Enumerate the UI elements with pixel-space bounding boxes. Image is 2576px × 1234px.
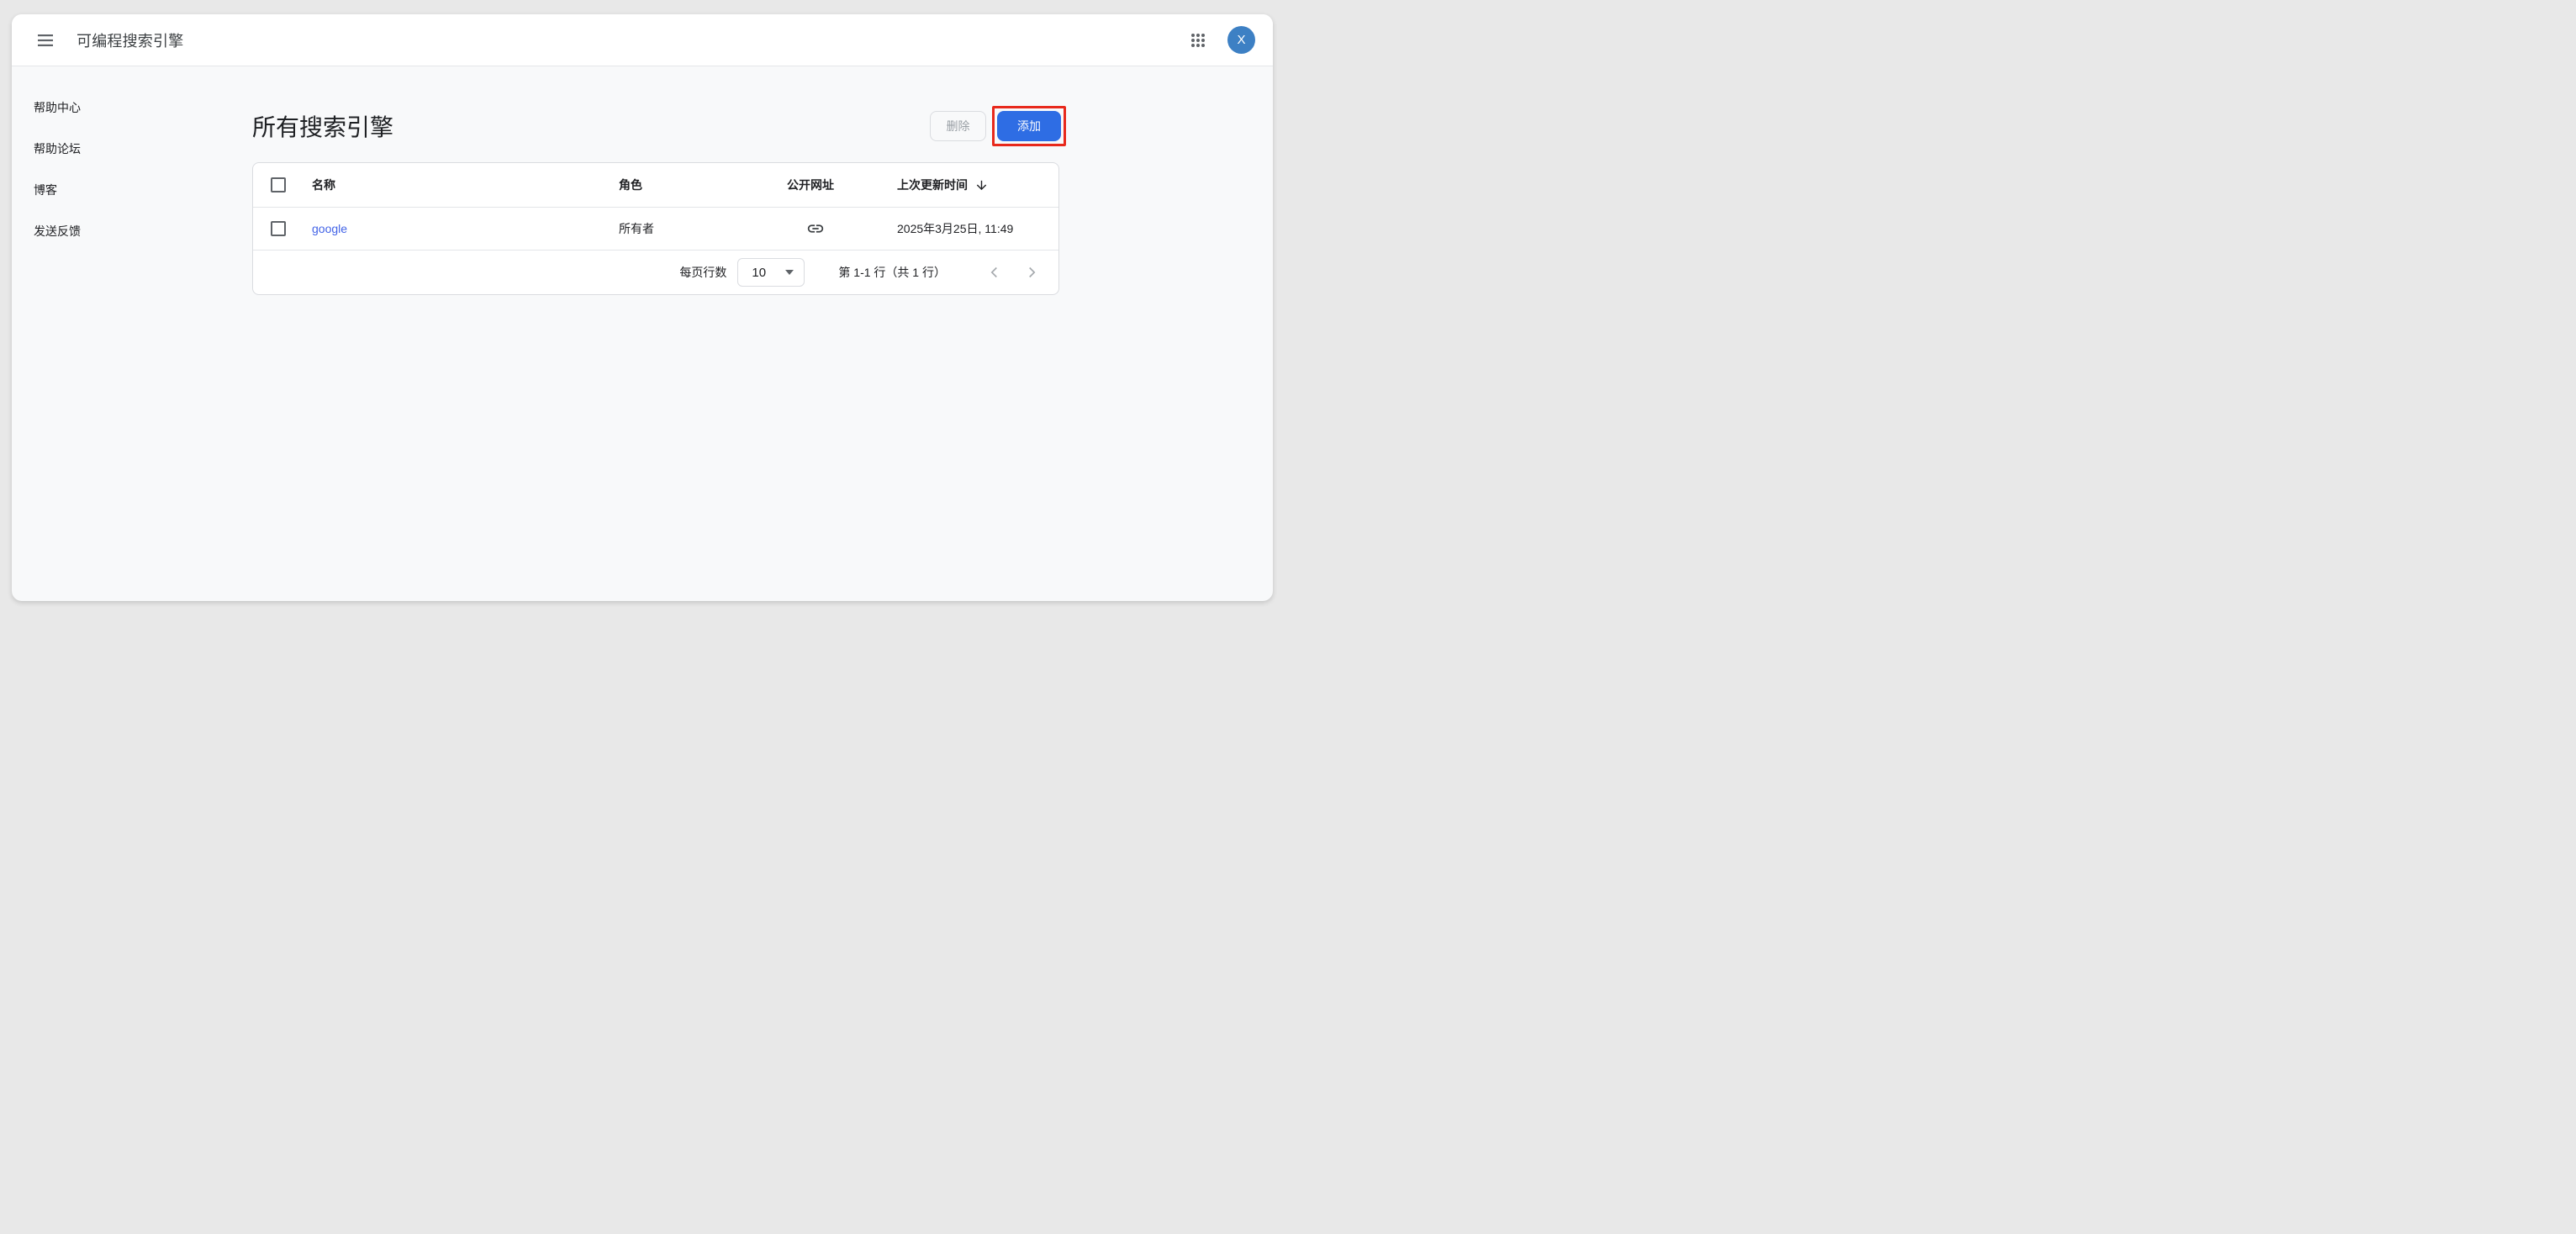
avatar[interactable]: X (1227, 26, 1255, 54)
select-all-checkbox[interactable] (271, 177, 286, 192)
table-row: google 所有者 2025年3月25日, 11:49 (253, 208, 1058, 250)
search-engines-table: 名称 角色 公开网址 上次更新时间 google 所有者 (252, 162, 1059, 295)
app-header: 可编程搜索引擎 X (12, 14, 1273, 66)
annotation-highlight-box: 添加 (992, 106, 1066, 146)
sidebar-item-send-feedback[interactable]: 发送反馈 (12, 210, 252, 251)
add-button[interactable]: 添加 (997, 111, 1061, 141)
engine-role: 所有者 (619, 220, 787, 237)
rows-per-page-value: 10 (752, 266, 785, 280)
content-area: 帮助中心 帮助论坛 博客 发送反馈 所有搜索引擎 删除 添加 (12, 66, 1273, 601)
engine-name-link[interactable]: google (312, 222, 347, 235)
next-page-button[interactable] (1013, 254, 1050, 291)
row-checkbox[interactable] (271, 221, 286, 236)
apps-grid-icon (1190, 33, 1206, 48)
public-url-link[interactable] (806, 219, 825, 238)
delete-button[interactable]: 删除 (930, 111, 986, 141)
main-header: 所有搜索引擎 删除 添加 (252, 105, 1059, 147)
app-title: 可编程搜索引擎 (77, 29, 183, 51)
main-panel: 所有搜索引擎 删除 添加 名称 角色 公开网址 (252, 66, 1059, 601)
prev-page-button[interactable] (976, 254, 1013, 291)
header-checkbox-cell (253, 177, 312, 192)
apps-grid-button[interactable] (1187, 29, 1209, 51)
column-header-role[interactable]: 角色 (619, 177, 642, 193)
rows-per-page-select[interactable]: 10 (737, 258, 805, 287)
sidebar-item-blog[interactable]: 博客 (12, 169, 252, 210)
row-checkbox-cell (253, 221, 312, 236)
column-header-last-updated[interactable]: 上次更新时间 (897, 177, 989, 193)
table-pagination: 每页行数 10 第 1-1 行（共 1 行） (253, 250, 1058, 294)
hamburger-icon (38, 34, 53, 46)
chevron-right-icon (1022, 263, 1041, 282)
column-header-name[interactable]: 名称 (312, 177, 335, 193)
menu-button[interactable] (34, 29, 56, 51)
action-buttons: 删除 添加 (930, 106, 1066, 146)
sidebar-item-help-center[interactable]: 帮助中心 (12, 87, 252, 128)
engine-last-updated: 2025年3月25日, 11:49 (897, 220, 1058, 237)
chevron-left-icon (985, 263, 1004, 282)
sidebar: 帮助中心 帮助论坛 博客 发送反馈 (12, 66, 252, 601)
page-title: 所有搜索引擎 (252, 109, 393, 143)
app-window: 可编程搜索引擎 X 帮助中心 帮助论坛 博客 发送反馈 所有搜索引擎 (12, 14, 1273, 601)
sidebar-item-help-forum[interactable]: 帮助论坛 (12, 128, 252, 169)
column-header-public-url[interactable]: 公开网址 (787, 177, 834, 193)
table-header-row: 名称 角色 公开网址 上次更新时间 (253, 163, 1058, 208)
link-icon (806, 219, 825, 238)
sort-desc-icon (974, 178, 989, 192)
column-header-last-updated-label: 上次更新时间 (897, 177, 968, 193)
pagination-range: 第 1-1 行（共 1 行） (838, 264, 946, 281)
dropdown-caret-icon (785, 270, 794, 275)
rows-per-page-label: 每页行数 (679, 264, 726, 281)
